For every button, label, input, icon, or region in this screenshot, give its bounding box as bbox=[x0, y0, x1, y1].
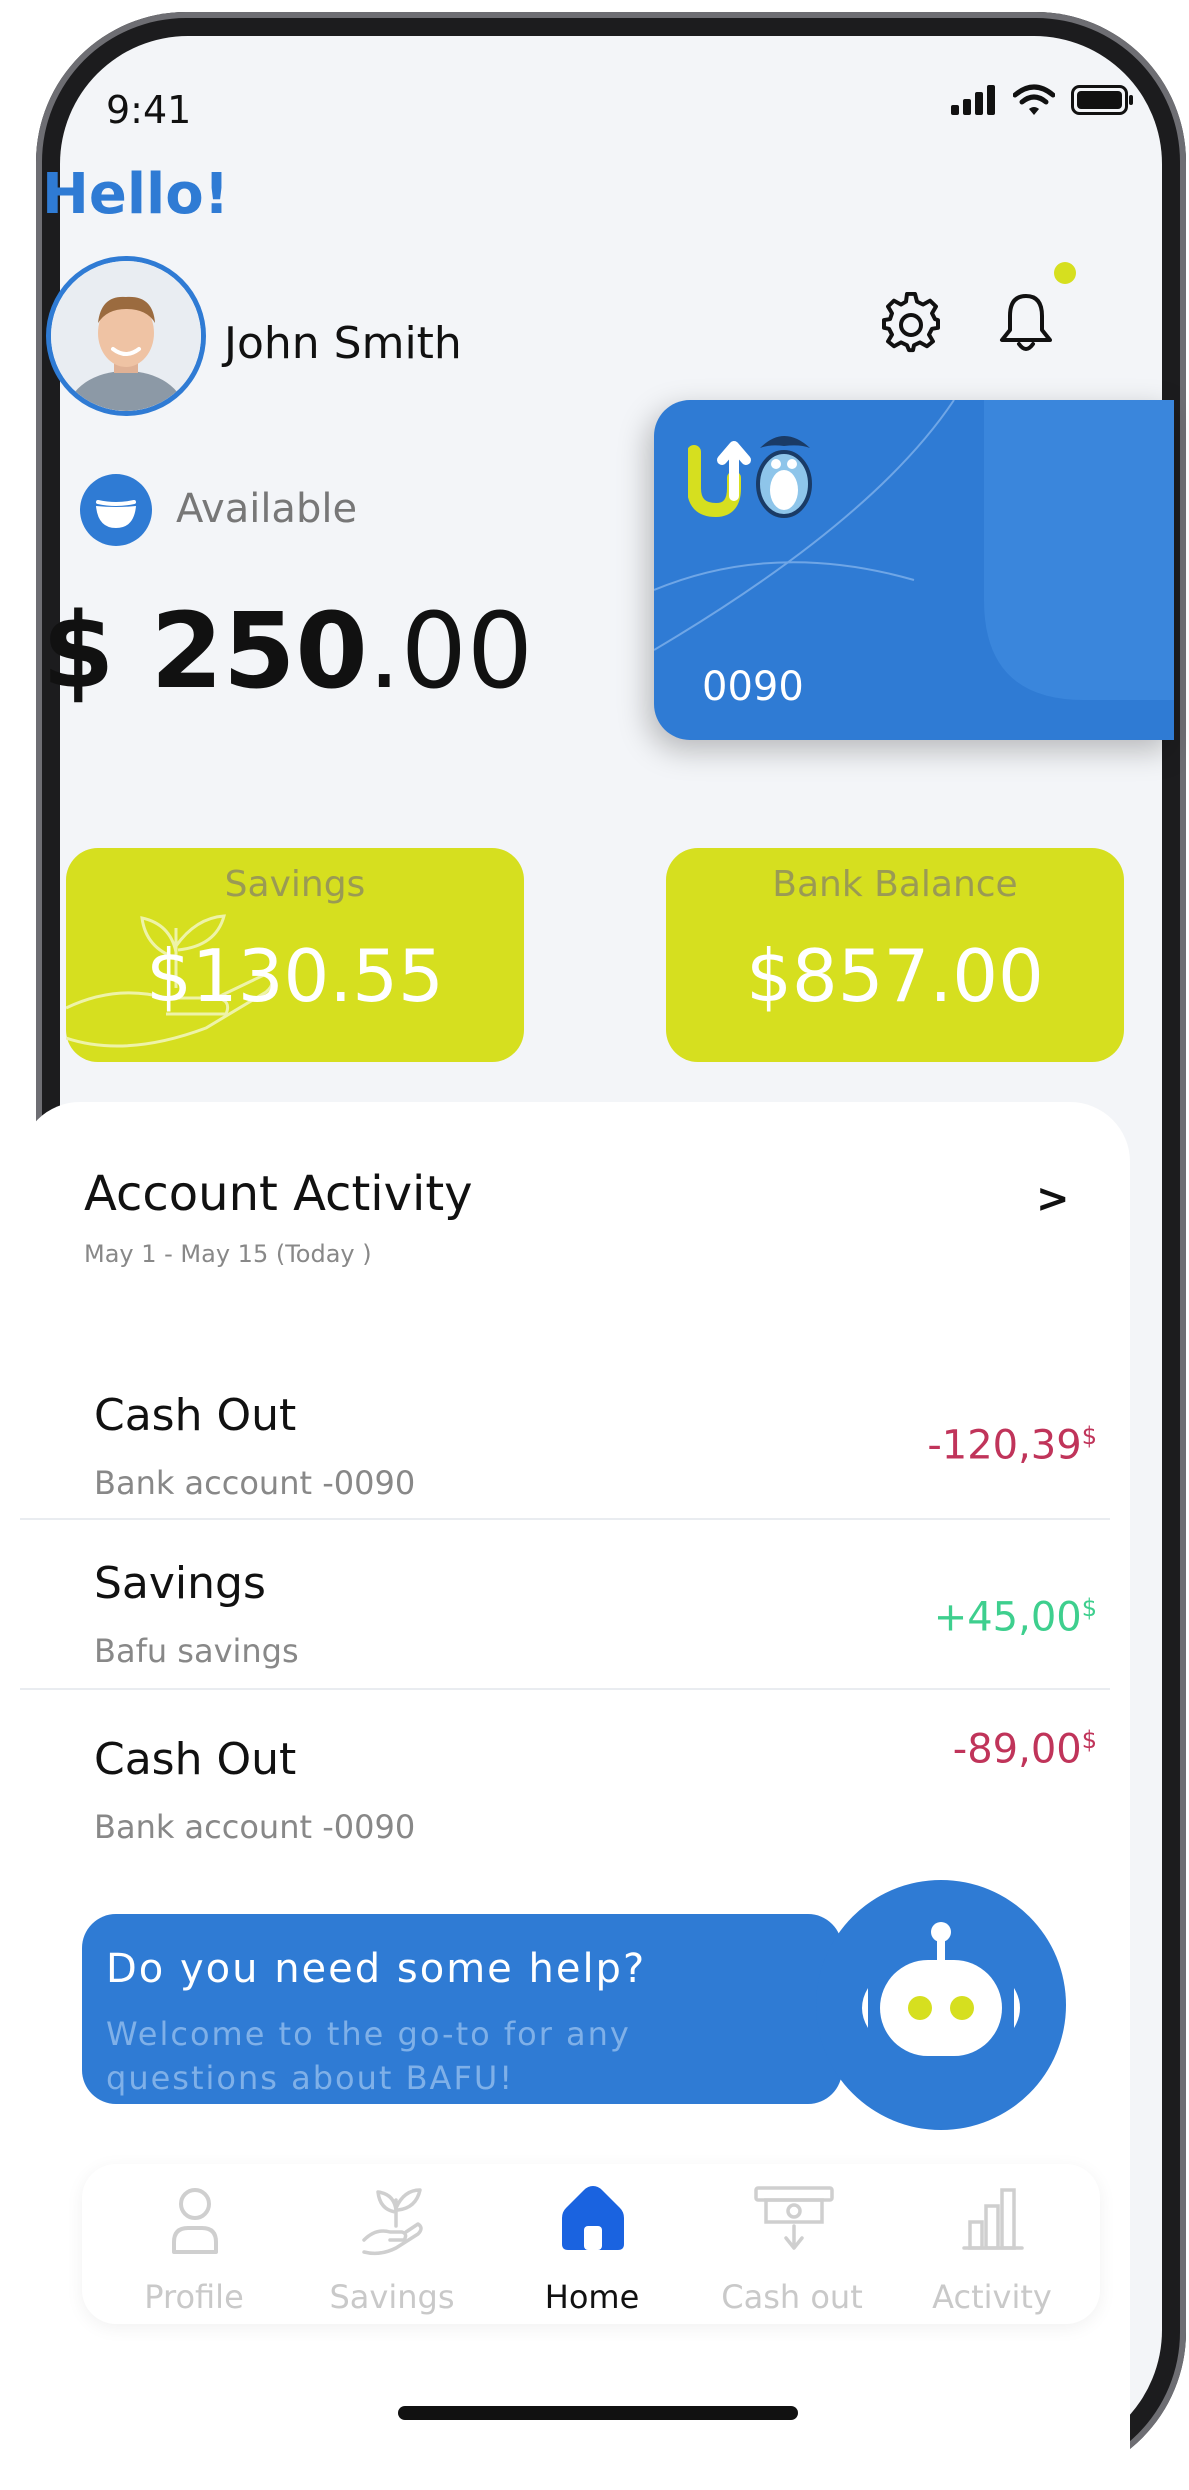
notifications-button[interactable] bbox=[994, 290, 1058, 360]
divider bbox=[20, 1518, 1110, 1520]
cash-out-icon bbox=[754, 2186, 834, 2250]
transaction-amount: +45,00$ bbox=[933, 1594, 1097, 1641]
savings-value: $130.55 bbox=[146, 934, 444, 1018]
transaction-title: Cash Out bbox=[94, 1734, 297, 1785]
transaction-title: Savings bbox=[94, 1558, 266, 1609]
transaction-amount: -89,00$ bbox=[952, 1726, 1097, 1773]
gear-icon bbox=[882, 291, 940, 353]
greeting: Hello! bbox=[42, 162, 230, 227]
nav-label-home: Home bbox=[544, 2278, 640, 2316]
transaction-subtitle: Bank account -0090 bbox=[94, 1464, 416, 1502]
balance-currency: $ bbox=[42, 590, 115, 712]
activity-more-button[interactable]: > bbox=[1036, 1176, 1070, 1222]
transaction-subtitle: Bank account -0090 bbox=[94, 1808, 416, 1846]
home-icon bbox=[562, 2186, 624, 2250]
nav-label-activity: Activity bbox=[932, 2278, 1052, 2316]
available-label: Available bbox=[176, 486, 358, 532]
plant-hand-icon bbox=[362, 2188, 423, 2256]
settings-button[interactable] bbox=[880, 291, 942, 358]
savings-label: Savings bbox=[224, 864, 366, 905]
nav-item-profile[interactable]: Profile bbox=[104, 2164, 284, 2324]
bank-balance-tile[interactable]: Bank Balance $857.00 bbox=[666, 848, 1124, 1062]
transaction-title: Cash Out bbox=[94, 1390, 297, 1441]
bank-card[interactable]: 0090 bbox=[654, 400, 1174, 740]
transaction-amount: -120,39$ bbox=[927, 1422, 1097, 1469]
nav-item-savings[interactable]: Savings bbox=[302, 2164, 482, 2324]
balance-cents: .00 bbox=[367, 590, 534, 712]
person-icon bbox=[172, 2188, 218, 2254]
savings-tile[interactable]: Savings $130.55 bbox=[66, 848, 524, 1062]
robot-icon bbox=[862, 1922, 1020, 2056]
home-indicator[interactable] bbox=[398, 2406, 798, 2420]
nav-label-profile: Profile bbox=[144, 2278, 244, 2316]
card-logo-icon bbox=[688, 436, 812, 518]
chatbot-button[interactable] bbox=[816, 1880, 1066, 2130]
available-balance: $ 250.00 bbox=[42, 590, 533, 712]
nav-item-cash-out[interactable]: Cash out bbox=[702, 2164, 882, 2324]
status-icons bbox=[951, 84, 1135, 116]
bottom-nav: Profile Savings Home Cash out Activity bbox=[82, 2164, 1100, 2324]
divider bbox=[20, 1688, 1110, 1690]
card-number: 0090 bbox=[702, 664, 804, 710]
transaction-subtitle: Bafu savings bbox=[94, 1632, 299, 1670]
activity-title: Account Activity bbox=[84, 1166, 473, 1222]
nav-item-home[interactable]: Home bbox=[502, 2164, 682, 2324]
avatar[interactable] bbox=[46, 256, 206, 416]
activity-date-range: May 1 - May 15 (Today ) bbox=[84, 1240, 372, 1268]
bank-balance-value: $857.00 bbox=[746, 934, 1044, 1018]
wifi-icon bbox=[1013, 84, 1055, 115]
notification-badge bbox=[1054, 262, 1076, 284]
status-time: 9:41 bbox=[106, 88, 192, 132]
battery-icon bbox=[1071, 85, 1133, 115]
nav-label-cash-out: Cash out bbox=[721, 2278, 863, 2316]
help-title: Do you need some help? bbox=[106, 1946, 647, 1992]
nav-item-activity[interactable]: Activity bbox=[902, 2164, 1082, 2324]
avatar-photo bbox=[51, 261, 201, 411]
signal-icon bbox=[951, 85, 995, 115]
bar-chart-icon bbox=[962, 2188, 1024, 2250]
help-subtitle: Welcome to the go-to for any questions a… bbox=[106, 2015, 631, 2097]
balance-whole: 250 bbox=[150, 590, 368, 712]
bell-icon bbox=[1000, 294, 1052, 351]
nav-label-savings: Savings bbox=[329, 2278, 455, 2316]
smile-icon bbox=[80, 474, 152, 546]
user-name: John Smith bbox=[224, 318, 462, 369]
bank-balance-label: Bank Balance bbox=[772, 864, 1018, 905]
